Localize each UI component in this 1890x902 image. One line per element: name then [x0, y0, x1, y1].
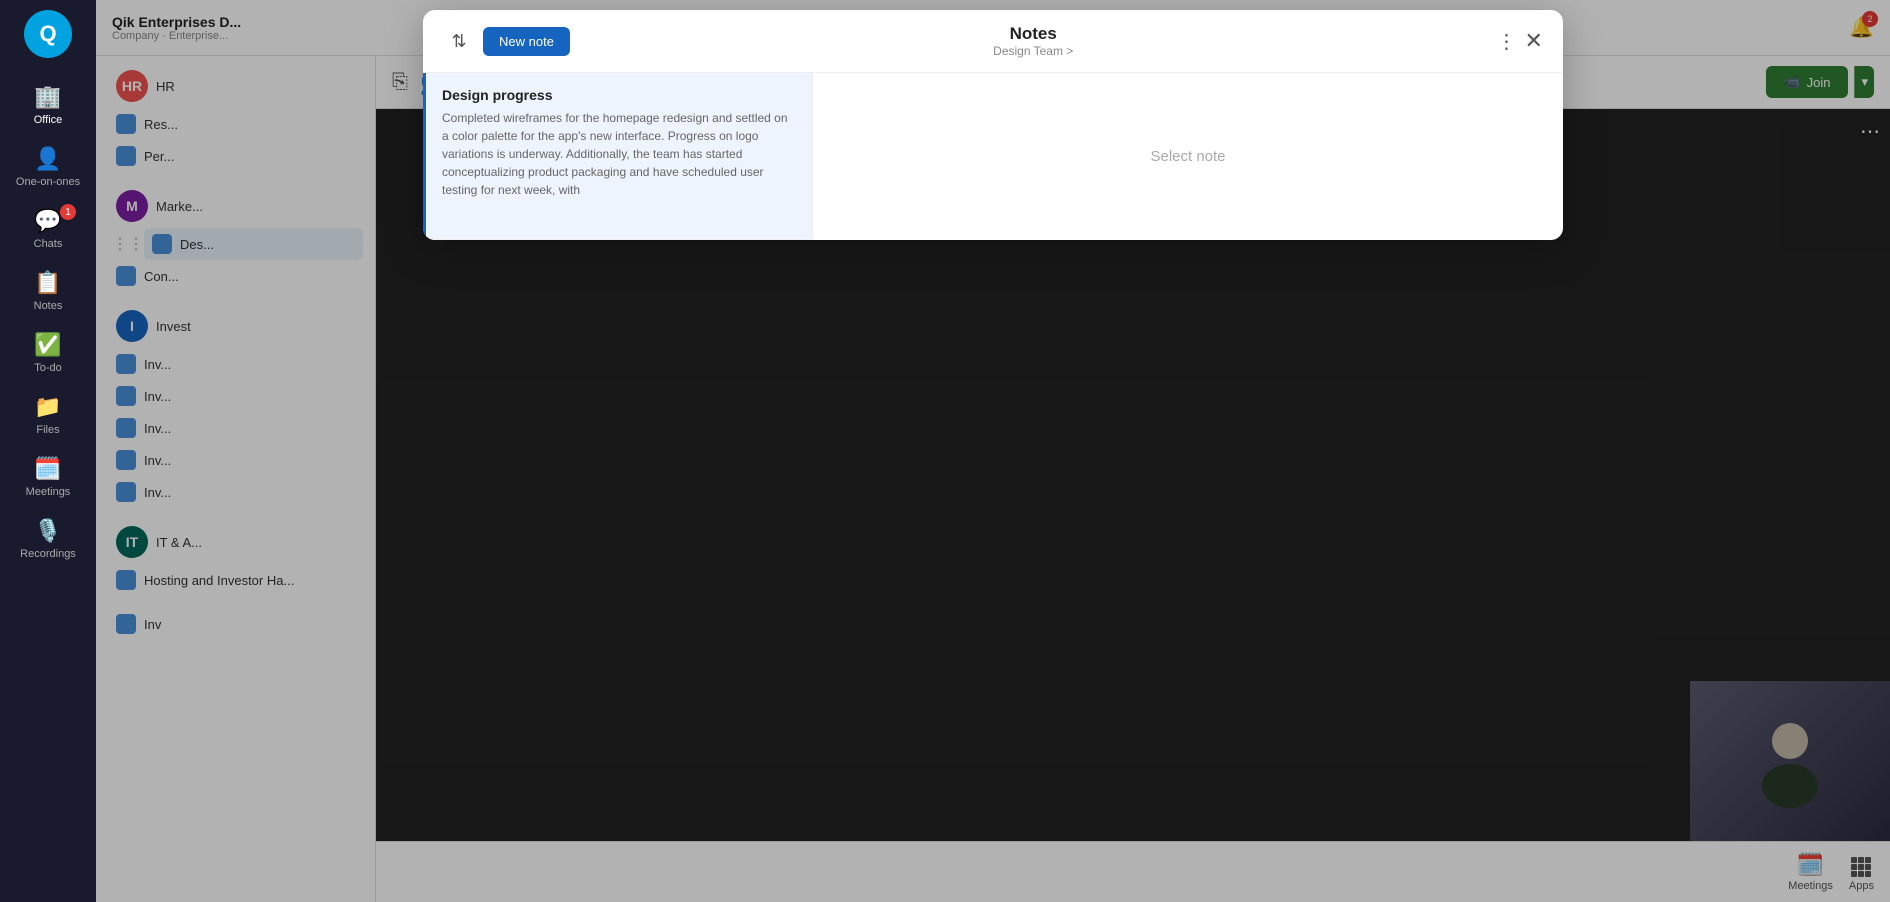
app-logo: Q: [24, 10, 72, 58]
sidebar-label-recordings: Recordings: [20, 548, 76, 560]
sidebar-item-notes[interactable]: 📋 Notes: [0, 260, 96, 322]
note-item-design-progress[interactable]: Design progress Completed wireframes for…: [423, 73, 812, 240]
sidebar-label-one-on-ones: One-on-ones: [16, 176, 80, 188]
note-detail-pane: Select note: [813, 73, 1563, 240]
files-icon: 📁: [34, 394, 61, 420]
sidebar-label-office: Office: [34, 114, 63, 126]
modal-overlay: ⇅ New note Notes Design Team > ⋮ ✕: [96, 0, 1890, 902]
sidebar-label-meetings: Meetings: [26, 486, 71, 498]
chats-badge: 1: [60, 204, 76, 220]
modal-close-button[interactable]: ✕: [1525, 28, 1543, 54]
sidebar-item-files[interactable]: 📁 Files: [0, 384, 96, 446]
main-content: Qik Enterprises D... Company · Enterpris…: [96, 0, 1890, 902]
sidebar: Q 🏢 Office 👤 One-on-ones 💬 Chats 1 📋 Not…: [0, 0, 96, 902]
modal-header: ⇅ New note Notes Design Team > ⋮ ✕: [423, 10, 1563, 73]
notes-modal: ⇅ New note Notes Design Team > ⋮ ✕: [423, 10, 1563, 240]
sidebar-item-recordings[interactable]: 🎙️ Recordings: [0, 508, 96, 570]
note-detail-placeholder: Select note: [1150, 148, 1225, 165]
sidebar-label-notes: Notes: [34, 300, 63, 312]
modal-header-left: ⇅ New note: [443, 25, 570, 57]
sidebar-label-files: Files: [36, 424, 59, 436]
note-preview-design-progress: Completed wireframes for the homepage re…: [442, 109, 796, 199]
sidebar-label-chats: Chats: [34, 238, 63, 250]
modal-title: Notes: [993, 24, 1073, 44]
new-note-label: New note: [499, 34, 554, 49]
sidebar-item-todo[interactable]: ✅ To-do: [0, 322, 96, 384]
recordings-icon: 🎙️: [34, 518, 61, 544]
note-title-design-progress: Design progress: [442, 87, 796, 103]
new-note-button[interactable]: New note: [483, 27, 570, 56]
modal-close-icon: ✕: [1525, 28, 1543, 53]
modal-more-icon: ⋮: [1497, 31, 1517, 53]
sidebar-item-meetings[interactable]: 🗓️ Meetings: [0, 446, 96, 508]
sidebar-label-todo: To-do: [34, 362, 62, 374]
one-on-ones-icon: 👤: [34, 146, 61, 172]
modal-body: Design progress Completed wireframes for…: [423, 73, 1563, 240]
modal-more-button[interactable]: ⋮: [1497, 29, 1517, 54]
notes-list-pane: Design progress Completed wireframes for…: [423, 73, 813, 240]
sort-icon: ⇅: [451, 31, 466, 52]
office-icon: 🏢: [34, 84, 61, 110]
sidebar-item-chats[interactable]: 💬 Chats 1: [0, 198, 96, 260]
modal-subtitle: Design Team >: [993, 44, 1073, 58]
meetings-icon: 🗓️: [34, 456, 61, 482]
modal-header-right: ⋮ ✕: [1497, 28, 1543, 54]
sort-button[interactable]: ⇅: [443, 25, 475, 57]
todo-icon: ✅: [34, 332, 61, 358]
sidebar-item-office[interactable]: 🏢 Office: [0, 74, 96, 136]
modal-header-center: Notes Design Team >: [993, 24, 1073, 58]
notes-icon: 📋: [34, 270, 61, 296]
sidebar-item-one-on-ones[interactable]: 👤 One-on-ones: [0, 136, 96, 198]
chats-icon: 💬: [34, 208, 61, 234]
